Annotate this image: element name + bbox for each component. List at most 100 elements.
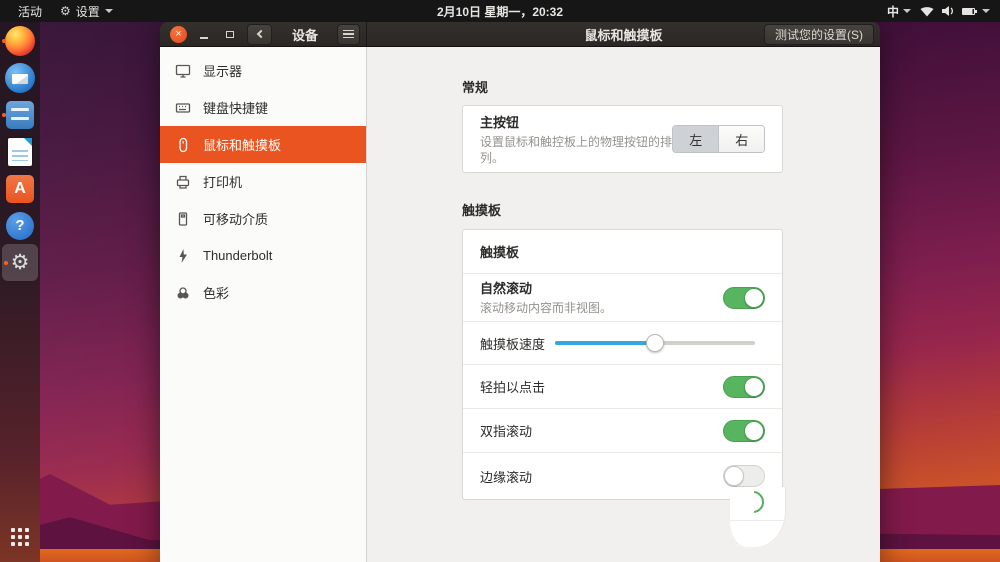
touchpad-speed-slider[interactable] — [555, 334, 755, 352]
apps-grid-icon — [11, 527, 29, 546]
sidebar-item-mouse-touchpad[interactable]: 鼠标和触摸板 — [160, 126, 366, 163]
sidebar-item-label: 键盘快捷键 — [203, 101, 269, 116]
removable-media-icon — [178, 211, 188, 226]
chevron-down-icon — [982, 9, 990, 13]
sidebar-item-label: 可移动介质 — [203, 212, 269, 227]
sidebar-item-label: 鼠标和触摸板 — [203, 138, 282, 153]
printer-icon — [176, 175, 190, 189]
minimize-button[interactable] — [195, 25, 213, 43]
titlebar: × 设备 鼠标和触摸板 测试您的设置(S) — [160, 22, 880, 47]
page-title: 鼠标和触摸板 — [584, 27, 663, 43]
titlebar-right-pane: 鼠标和触摸板 测试您的设置(S) — [367, 22, 880, 46]
dock-item-thunderbird[interactable] — [0, 59, 40, 96]
activities-button[interactable]: 活动 — [18, 3, 42, 20]
primary-button-segmented-control: 左 右 — [672, 125, 765, 153]
back-button[interactable] — [247, 23, 272, 45]
dock-item-libreoffice-writer[interactable] — [0, 133, 40, 170]
firefox-icon — [5, 25, 35, 56]
sidebar-item-label: 打印机 — [203, 175, 243, 190]
chevron-left-icon — [256, 29, 265, 39]
content-pane: 常规 主按钮 设置鼠标和触控板上的物理按钮的排列。 左 右 触摸板 触摸板 自然… — [367, 47, 880, 562]
battery-icon — [962, 7, 977, 15]
thunderbird-icon — [5, 62, 35, 93]
window-app-title: 设备 — [292, 27, 319, 43]
sidebar-item-label: Thunderbolt — [203, 248, 273, 263]
app-menu-settings[interactable]: ⚙ 设置 — [60, 3, 113, 20]
libreoffice-writer-icon — [8, 137, 32, 166]
natural-scroll-toggle[interactable] — [723, 286, 765, 309]
color-icon — [177, 286, 189, 298]
toggle-knob — [724, 466, 744, 486]
natural-scroll-description: 滚动移动内容而非视图。 — [480, 301, 613, 316]
two-finger-scroll-row: 双指滚动 — [463, 409, 782, 453]
titlebar-left-pane: × 设备 — [160, 22, 367, 46]
tap-to-click-row: 轻拍以点击 — [463, 365, 782, 409]
dock: A ? ⚙ — [0, 22, 40, 562]
natural-scroll-row: 自然滚动 滚动移动内容而非视图。 — [463, 274, 782, 322]
wifi-icon — [920, 6, 934, 16]
running-indicator — [2, 38, 6, 43]
option-right-button[interactable]: 右 — [718, 126, 764, 152]
test-settings-button[interactable]: 测试您的设置(S) — [764, 24, 874, 45]
monitor-icon — [175, 64, 191, 78]
settings-window: × 设备 鼠标和触摸板 测试您的设置(S) 显示器 键盘快捷键 鼠标和触摸板 打… — [160, 22, 880, 562]
volume-icon — [942, 6, 953, 16]
sidebar-item-thunderbolt[interactable]: Thunderbolt — [160, 237, 366, 274]
touchpad-card: 触摸板 自然滚动 滚动移动内容而非视图。 触摸板速度 轻拍以点击 双指滚动 边缘… — [462, 229, 783, 500]
ubuntu-software-icon: A — [6, 174, 34, 203]
sidebar-item-keyboard-shortcuts[interactable]: 键盘快捷键 — [160, 89, 366, 126]
touchpad-row-label: 触摸板 — [480, 245, 520, 260]
keyboard-icon — [175, 102, 191, 113]
touchpad-section-heading: 触摸板 — [462, 203, 502, 218]
input-method-indicator[interactable]: 中 — [887, 3, 911, 20]
gear-icon: ⚙ — [60, 4, 71, 18]
option-left-button[interactable]: 左 — [673, 126, 719, 152]
app-menu-label: 设置 — [75, 4, 100, 19]
primary-button-title: 主按钮 — [480, 114, 520, 130]
sidebar-item-display[interactable]: 显示器 — [160, 52, 366, 89]
top-bar: 活动 ⚙ 设置 2月10日 星期一，20:32 中 — [0, 0, 1000, 22]
thunderbolt-icon — [179, 248, 187, 263]
sidebar-item-color[interactable]: 色彩 — [160, 274, 366, 311]
dock-item-settings[interactable]: ⚙ — [2, 244, 38, 281]
touchpad-speed-row: 触摸板速度 — [463, 322, 782, 365]
toggle-knob — [744, 420, 764, 441]
dock-item-ubuntu-software[interactable]: A — [0, 170, 40, 207]
close-button[interactable]: × — [170, 25, 187, 43]
touchpad-device-row: 触摸板 — [463, 230, 782, 274]
primary-button-description: 设置鼠标和触控板上的物理按钮的排列。 — [480, 134, 673, 165]
tap-to-click-label: 轻拍以点击 — [480, 380, 546, 395]
sidebar-item-label: 色彩 — [203, 286, 230, 301]
input-method-label: 中 — [886, 4, 899, 19]
chevron-down-icon — [903, 9, 911, 13]
running-indicator — [4, 260, 8, 265]
sidebar-item-removable-media[interactable]: 可移动介质 — [160, 200, 366, 237]
settings-gear-icon: ⚙ — [10, 251, 30, 274]
touchpad-speed-label: 触摸板速度 — [480, 336, 546, 352]
slider-handle[interactable] — [646, 334, 664, 352]
mouse-icon — [179, 137, 188, 152]
sidebar-item-printers[interactable]: 打印机 — [160, 163, 366, 200]
primary-button-card: 主按钮 设置鼠标和触控板上的物理按钮的排列。 左 右 — [462, 105, 783, 173]
edge-scroll-label: 边缘滚动 — [480, 469, 533, 485]
dock-item-files[interactable] — [0, 96, 40, 133]
slider-fill — [555, 341, 655, 345]
show-applications-button[interactable] — [0, 521, 40, 558]
dock-item-help[interactable]: ? — [0, 207, 40, 244]
clock[interactable]: 2月10日 星期一，20:32 — [437, 0, 563, 22]
edge-scroll-toggle[interactable] — [723, 465, 765, 487]
toggle-knob — [744, 376, 764, 397]
two-finger-scroll-toggle[interactable] — [723, 419, 765, 442]
sidebar: 显示器 键盘快捷键 鼠标和触摸板 打印机 可移动介质 Thunderbolt 色… — [160, 47, 367, 562]
hamburger-menu-button[interactable] — [337, 23, 360, 45]
dock-item-firefox[interactable] — [0, 22, 40, 59]
system-status-area[interactable] — [920, 5, 990, 17]
sidebar-item-label: 显示器 — [203, 64, 243, 79]
partial-toggle-arc — [754, 491, 764, 513]
two-finger-scroll-label: 双指滚动 — [480, 424, 533, 439]
tap-to-click-toggle[interactable] — [723, 375, 765, 398]
maximize-button[interactable] — [221, 25, 239, 43]
chevron-down-icon — [104, 9, 113, 13]
general-section-heading: 常规 — [462, 80, 489, 95]
help-icon: ? — [6, 211, 34, 240]
